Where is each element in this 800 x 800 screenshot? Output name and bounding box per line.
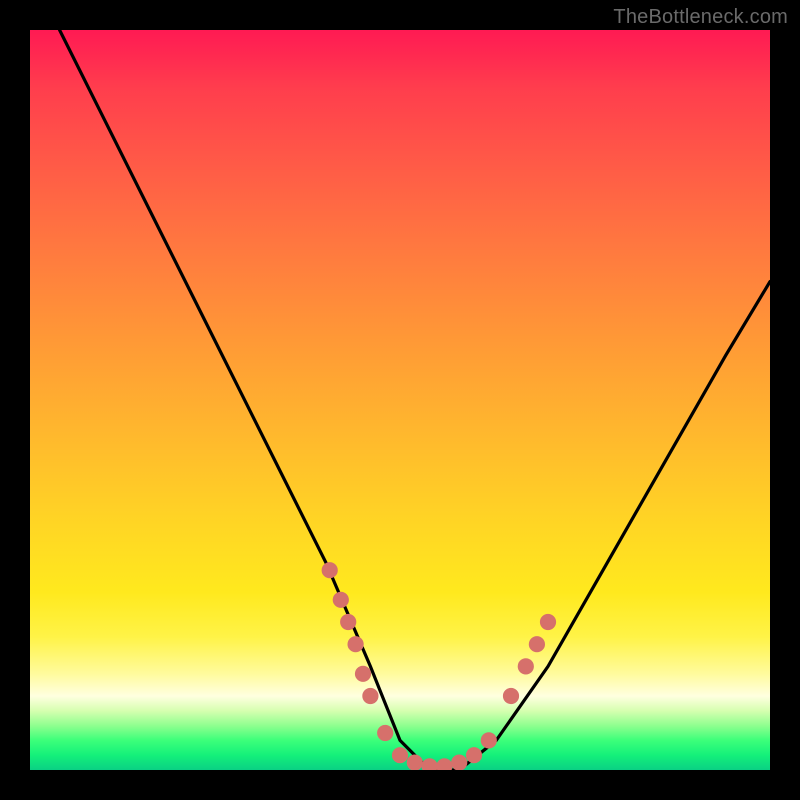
- marker-dot: [518, 658, 534, 674]
- marker-dot: [422, 758, 438, 770]
- plot-area: [30, 30, 770, 770]
- outer-frame: TheBottleneck.com: [0, 0, 800, 800]
- chart-overlay: [30, 30, 770, 770]
- bottleneck-curve: [60, 30, 770, 770]
- marker-dot: [466, 747, 482, 763]
- marker-dot: [333, 592, 349, 608]
- marker-dot: [348, 636, 364, 652]
- marker-cluster: [322, 562, 556, 770]
- marker-dot: [451, 755, 467, 771]
- marker-dot: [503, 688, 519, 704]
- marker-dot: [362, 688, 378, 704]
- marker-dot: [355, 666, 371, 682]
- marker-dot: [436, 758, 452, 770]
- marker-dot: [529, 636, 545, 652]
- marker-dot: [540, 614, 556, 630]
- marker-dot: [407, 755, 423, 771]
- marker-dot: [481, 732, 497, 748]
- marker-dot: [322, 562, 338, 578]
- marker-dot: [340, 614, 356, 630]
- attribution-label: TheBottleneck.com: [613, 6, 788, 29]
- marker-dot: [377, 725, 393, 741]
- marker-dot: [392, 747, 408, 763]
